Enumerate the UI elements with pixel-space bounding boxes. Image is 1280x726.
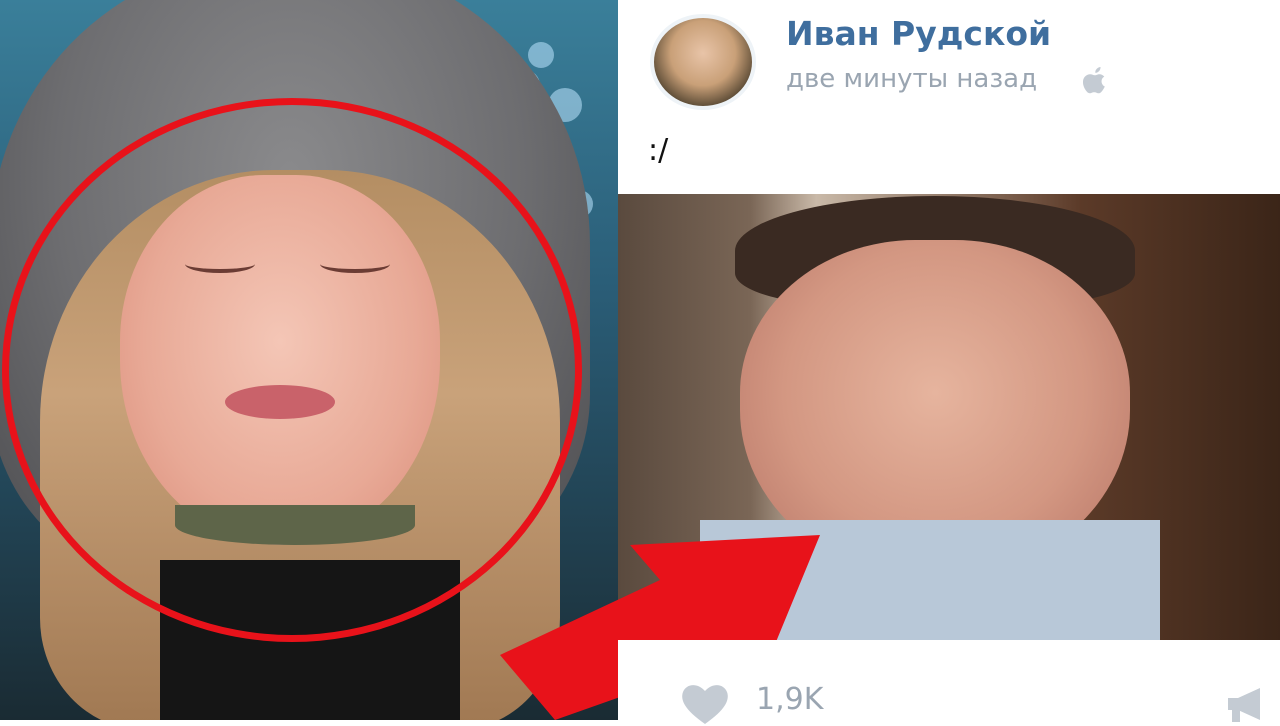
post-time: две минуты назад: [786, 64, 1038, 94]
bokeh-light: [528, 42, 554, 68]
apple-icon: [1083, 67, 1105, 94]
heart-icon[interactable]: [680, 682, 730, 726]
avatar[interactable]: [650, 14, 756, 110]
author-name[interactable]: Иван Рудской: [786, 14, 1051, 53]
highlight-circle: [2, 98, 582, 642]
likes-count: 1,9K: [756, 682, 824, 717]
post-text: :/: [648, 133, 669, 168]
megaphone-icon[interactable]: [1222, 684, 1270, 724]
